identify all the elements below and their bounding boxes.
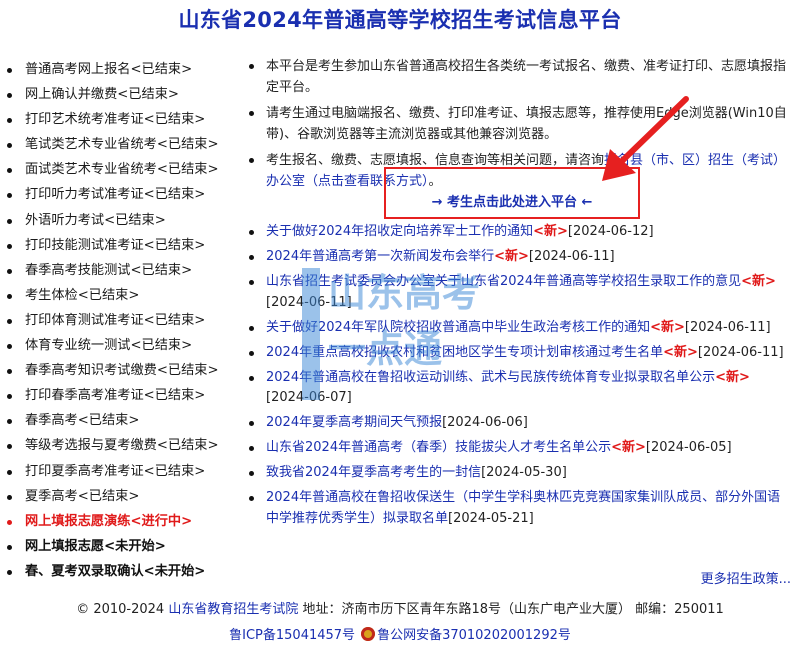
new-badge: <新> [533,224,568,239]
news-title[interactable]: 山东省2024年普通高考（春季）技能拔尖人才考生名单公示 [266,440,611,455]
footer-info: © 2010-2024 山东省教育招生考试院 地址：济南市历下区青年东路18号（… [0,598,800,617]
news-item[interactable]: 关于做好2024年招收定向培养军士工作的通知<新>[2024-06-12] [246,222,792,243]
footer-org-link[interactable]: 山东省教育招生考试院 [168,602,298,617]
news-date: [2024-05-21] [448,510,534,526]
police-record-link[interactable]: 鲁公网安备37010202001292号 [377,628,571,643]
sidebar-item-volunteer-fill[interactable]: 网上填报志愿<未开始> [6,534,238,559]
news-title[interactable]: 2024年普通高考第一次新闻发布会举行 [266,249,494,264]
sidebar-item-volunteer-drill[interactable]: 网上填报志愿演练<进行中> [6,509,238,534]
notice-item: 请考生通过电脑端报名、缴费、打印准考证、填报志愿等，推荐使用Edge浏览器(Wi… [246,103,792,145]
new-badge: <新> [715,369,750,385]
copyright-text: © 2010-2024 [76,602,165,617]
news-title[interactable]: 关于做好2024年军队院校招收普通高中毕业生政治考核工作的通知 [266,320,650,335]
sidebar-item-skill-test[interactable]: 春季高考技能测试<已结束> [6,258,238,283]
address-text: 地址：济南市历下区青年东路18号（山东广电产业大厦） 邮编：250011 [302,602,724,617]
process-sidebar: 普通高考网上报名<已结束> 网上确认并缴费<已结束> 打印艺术统考准考证<已结束… [6,57,238,584]
news-date: [2024-06-11] [684,319,771,335]
news-title[interactable]: 致我省2024年夏季高考考生的一封信 [266,465,481,480]
sidebar-item-art-written-exam[interactable]: 笔试类艺术专业省统考<已结束> [6,132,238,157]
sidebar-item-art-admission-ticket[interactable]: 打印艺术统考准考证<已结束> [6,107,238,132]
sidebar-item-spring-fee[interactable]: 春季高考知识考试缴费<已结束> [6,358,238,383]
sidebar-item-sports-ticket[interactable]: 打印体育测试准考证<已结束> [6,308,238,333]
police-badge-icon [361,627,376,641]
news-title[interactable]: 2024年普通高校在鲁招收运动训练、武术与民族传统体育专业拟录取名单公示 [266,370,715,385]
footer-registration: 鲁ICP备15041457号 鲁公网安备37010202001292号 [0,624,800,643]
icp-link[interactable]: 鲁ICP备15041457号 [229,628,355,643]
sidebar-item-summer-exam[interactable]: 夏季高考<已结束> [6,484,238,509]
news-date: [2024-06-11] [697,344,784,360]
news-date: [2024-06-11] [266,294,352,310]
sidebar-item-level-exam-fee[interactable]: 等级考选报与夏考缴费<已结束> [6,433,238,458]
sidebar-item-art-interview-exam[interactable]: 面试类艺术专业省统考<已结束> [6,157,238,182]
news-title[interactable]: 2024年夏季高考期间天气预报 [266,415,442,430]
new-badge: <新> [494,249,529,264]
news-date: [2024-06-07] [266,390,352,405]
news-item[interactable]: 2024年普通高校在鲁招收运动训练、武术与民族传统体育专业拟录取名单公示<新> [… [246,368,792,409]
news-item[interactable]: 2024年夏季高考期间天气预报[2024-06-06] [246,413,792,434]
news-date: [2024-06-06] [442,415,528,430]
news-list: 关于做好2024年招收定向培养军士工作的通知<新>[2024-06-12] 20… [246,222,792,534]
notice-text: 考生报名、缴费、志愿填报、信息查询等相关问题，请咨询 [266,153,605,168]
enter-platform-link[interactable]: → 考生点击此处进入平台 ← [384,191,640,210]
sidebar-item-spring-ticket[interactable]: 打印春季高考准考证<已结束> [6,383,238,408]
news-date: [2024-06-05] [645,440,732,455]
news-item[interactable]: 2024年普通高校在鲁招收保送生（中学生学科奥林匹克竞赛国家集训队成员、部分外国… [246,488,792,529]
sidebar-item-summer-ticket[interactable]: 打印夏季高考准考证<已结束> [6,459,238,484]
new-badge: <新> [650,319,685,335]
new-badge: <新> [741,274,776,289]
sidebar-item-register[interactable]: 普通高考网上报名<已结束> [6,57,238,82]
news-item[interactable]: 山东省招生考试委员会办公室关于山东省2024年普通高等学校招生录取工作的意见<新… [246,272,792,313]
sidebar-item-spring-exam[interactable]: 春季高考<已结束> [6,408,238,433]
sidebar-item-sports-test[interactable]: 体育专业统一测试<已结束> [6,333,238,358]
sidebar-item-skill-ticket[interactable]: 打印技能测试准考证<已结束> [6,233,238,258]
news-date: [2024-05-30] [481,465,567,480]
sidebar-item-listening-exam[interactable]: 外语听力考试<已结束> [6,208,238,233]
notice-item: 本平台是考生参加山东省普通高校招生各类统一考试报名、缴费、准考证打印、志愿填报指… [246,56,792,98]
new-badge: <新> [663,344,698,360]
news-item[interactable]: 2024年普通高考第一次新闻发布会举行<新>[2024-06-11] [246,247,792,268]
red-arrow-icon [602,96,689,181]
new-badge: <新> [611,440,646,455]
news-title[interactable]: 山东省招生考试委员会办公室关于山东省2024年普通高等学校招生录取工作的意见 [266,274,741,289]
sidebar-item-listening-ticket[interactable]: 打印听力考试准考证<已结束> [6,182,238,207]
news-date: [2024-06-12] [567,224,654,239]
more-policies-link[interactable]: 更多招生政策... [701,568,791,587]
sidebar-item-confirm-pay[interactable]: 网上确认并缴费<已结束> [6,82,238,107]
sidebar-item-dual-admission[interactable]: 春、夏考双录取确认<未开始> [6,559,238,584]
sidebar-item-physical-exam[interactable]: 考生体检<已结束> [6,283,238,308]
news-title[interactable]: 2024年重点高校招收农村和贫困地区学生专项计划审核通过考生名单 [266,345,663,360]
news-item[interactable]: 致我省2024年夏季高考考生的一封信[2024-05-30] [246,463,792,484]
news-date: [2024-06-11] [528,249,615,264]
news-title[interactable]: 关于做好2024年招收定向培养军士工作的通知 [266,224,533,239]
page-title: 山东省2024年普通高等学校招生考试信息平台 [178,8,622,32]
news-item[interactable]: 关于做好2024年军队院校招收普通高中毕业生政治考核工作的通知<新>[2024-… [246,318,792,339]
news-item[interactable]: 2024年重点高校招收农村和贫困地区学生专项计划审核通过考生名单<新>[2024… [246,343,792,364]
news-item[interactable]: 山东省2024年普通高考（春季）技能拔尖人才考生名单公示<新>[2024-06-… [246,438,792,459]
